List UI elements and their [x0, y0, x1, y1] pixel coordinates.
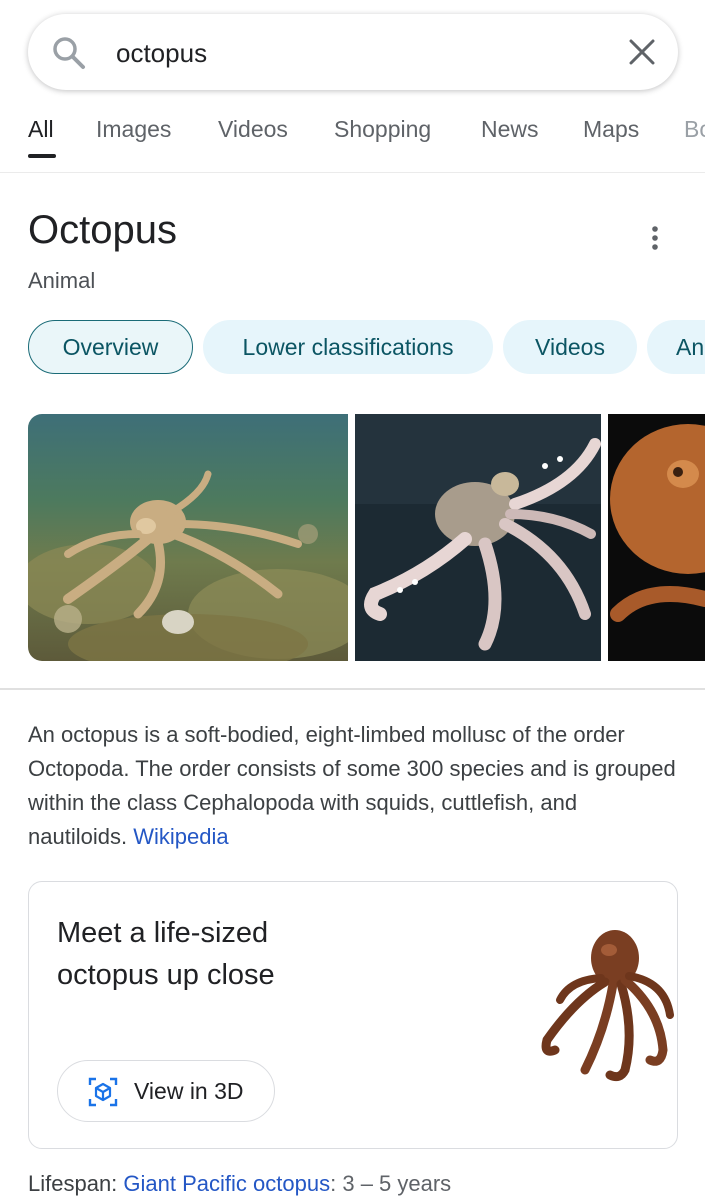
more-vert-icon[interactable] — [642, 224, 668, 252]
chip-overview[interactable]: Overview — [28, 320, 193, 374]
chip-anatomy[interactable]: An — [647, 320, 705, 374]
lifespan-species-link[interactable]: Giant Pacific octopus — [123, 1171, 330, 1196]
panel-description: An octopus is a soft-bodied, eight-limbe… — [28, 718, 678, 854]
tab-shopping[interactable]: Shopping — [334, 116, 431, 143]
view-in-3d-label: View in 3D — [134, 1078, 244, 1104]
wikipedia-link[interactable]: Wikipedia — [133, 824, 228, 849]
description-text: An octopus is a soft-bodied, eight-limbe… — [28, 722, 676, 849]
search-tabs: All Images Videos Shopping News Maps Bo — [0, 116, 705, 160]
search-icon[interactable] — [52, 36, 86, 70]
tab-maps[interactable]: Maps — [583, 116, 639, 143]
chip-videos[interactable]: Videos — [503, 320, 637, 374]
lifespan-row: Lifespan: Giant Pacific octopus: 3 – 5 y… — [28, 1171, 451, 1197]
search-input[interactable] — [114, 32, 598, 74]
active-tab-indicator — [28, 154, 56, 158]
view-in-3d-button[interactable]: View in 3D — [57, 1060, 275, 1122]
octopus-image-1[interactable] — [28, 414, 348, 661]
octopus-image-2[interactable] — [355, 414, 601, 661]
panel-chips: Overview Lower classifications Videos An — [0, 320, 705, 376]
octopus-3d-model — [541, 930, 674, 1082]
lifespan-label: Lifespan: — [28, 1171, 118, 1196]
tab-images[interactable]: Images — [96, 116, 171, 143]
tab-videos[interactable]: Videos — [218, 116, 288, 143]
search-bar-container — [28, 14, 678, 90]
3d-cube-icon — [88, 1077, 118, 1107]
tab-books[interactable]: Bo — [684, 116, 705, 143]
close-icon[interactable] — [628, 38, 656, 66]
search-bar[interactable] — [28, 14, 678, 90]
lifespan-separator: : — [330, 1171, 337, 1196]
tabs-divider — [0, 172, 705, 173]
card-3d-title: Meet a life-sized octopus up close — [57, 917, 275, 991]
tab-news[interactable]: News — [481, 116, 539, 143]
chip-lower-classifications[interactable]: Lower classifications — [203, 320, 493, 374]
tab-all[interactable]: All — [28, 116, 54, 143]
panel-subtitle: Animal — [28, 268, 96, 293]
lifespan-value: 3 – 5 years — [342, 1171, 452, 1196]
view-in-3d-card[interactable]: Meet a life-sized octopus up close View … — [28, 881, 678, 1149]
section-divider — [0, 688, 705, 690]
panel-title: Octopus — [28, 208, 177, 252]
octopus-image-3[interactable] — [608, 414, 705, 661]
